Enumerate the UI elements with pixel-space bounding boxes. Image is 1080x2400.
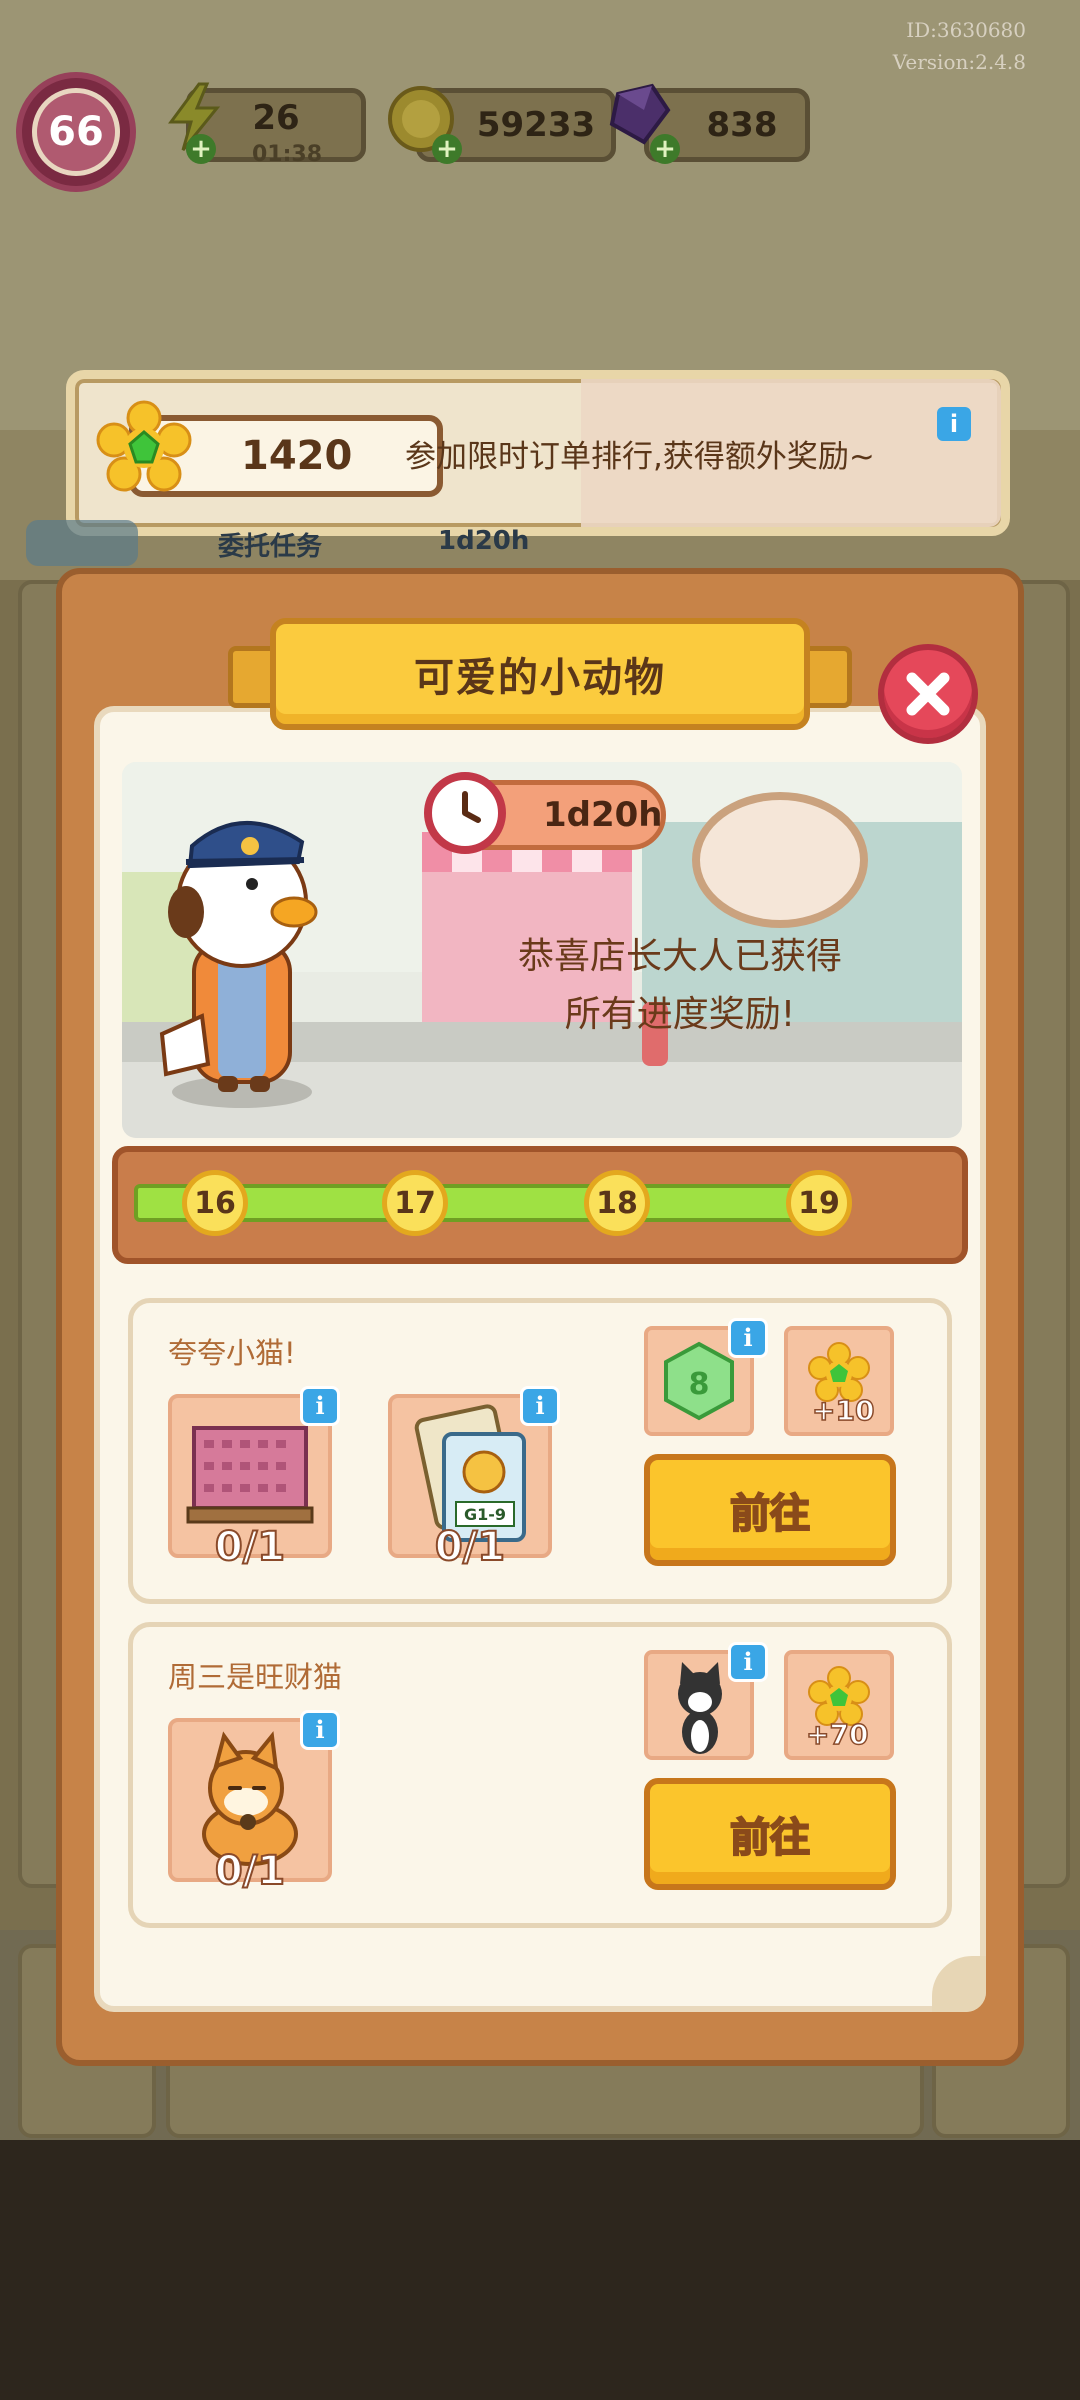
energy-add-icon[interactable]: +: [186, 134, 216, 164]
task-1-title: 夸夸小猫!: [168, 1336, 296, 1370]
bottom-dark-area: [0, 2140, 1080, 2400]
flower-points-value: 1420: [241, 433, 353, 479]
task-2-title: 周三是旺财猫: [168, 1660, 343, 1694]
completion-line-2: 所有进度奖励!: [564, 994, 796, 1035]
background-tab-left: [26, 520, 138, 566]
task-1-item-2-info-icon[interactable]: i: [520, 1386, 560, 1426]
energy-timer: 01:38: [252, 142, 323, 167]
level-number: 66: [32, 88, 120, 176]
task-2-reward-2-amount: +70: [805, 1717, 869, 1752]
gem-value: 838: [706, 105, 778, 145]
completion-line-1: 恭喜店长大人已获得: [517, 936, 842, 977]
gem-add-icon[interactable]: +: [650, 134, 680, 164]
energy-value: 26: [252, 98, 300, 138]
task-1-item-2-count: 0/1: [434, 1523, 506, 1571]
level-badge[interactable]: 66: [16, 72, 136, 192]
milestone-19[interactable]: 19: [786, 1170, 852, 1236]
completion-message: 恭喜店长大人已获得 所有进度奖励!: [480, 928, 880, 1044]
panel-title-text: 可爱的小动物: [414, 655, 666, 701]
background-tab-label-right: 1d20h: [438, 526, 530, 556]
clock-icon: [424, 772, 506, 854]
svg-text:G1-9: G1-9: [464, 1505, 506, 1524]
svg-text:8: 8: [689, 1367, 710, 1402]
close-icon: [906, 672, 950, 716]
coin-add-icon[interactable]: +: [432, 134, 462, 164]
banner-message: 参加限时订单排行,获得额外奖励~: [405, 439, 875, 475]
build-info: ID:3630680 Version:2.4.8: [893, 14, 1026, 78]
banner-info-icon[interactable]: i: [937, 407, 971, 441]
panel-title: 可爱的小动物: [270, 618, 810, 730]
task-2-go-button[interactable]: 前往: [644, 1778, 896, 1890]
event-timer-text: 1d20h: [543, 795, 663, 835]
task-1-reward-1-info-icon[interactable]: i: [728, 1318, 768, 1358]
task-1-go-label: 前往: [729, 1490, 811, 1538]
illustration-cat-sign: [692, 792, 868, 928]
task-2-item-1-count: 0/1: [214, 1847, 286, 1895]
task-2-go-label: 前往: [729, 1814, 811, 1862]
event-ranking-banner[interactable]: 1420 参加限时订单排行,获得额外奖励~ i: [66, 370, 1010, 536]
milestone-16[interactable]: 16: [182, 1170, 248, 1236]
milestone-18[interactable]: 18: [584, 1170, 650, 1236]
task-1-item-1-count: 0/1: [214, 1523, 286, 1571]
close-button[interactable]: [878, 644, 978, 744]
task-2-reward-1-info-icon[interactable]: i: [728, 1642, 768, 1682]
task-1-reward-2-amount: +10: [811, 1393, 875, 1428]
version-label: Version:2.4.8: [892, 50, 1026, 74]
milestone-17[interactable]: 17: [382, 1170, 448, 1236]
duck-officer-mascot: [159, 821, 318, 1108]
player-id: ID:3630680: [906, 18, 1026, 42]
flower-points-icon: [96, 400, 192, 500]
task-1-item-1-info-icon[interactable]: i: [300, 1386, 340, 1426]
task-2-item-1-info-icon[interactable]: i: [300, 1710, 340, 1750]
task-1-go-button[interactable]: 前往: [644, 1454, 896, 1566]
coin-value: 59233: [476, 105, 596, 145]
background-tab-label-left: 委托任务: [218, 532, 323, 562]
